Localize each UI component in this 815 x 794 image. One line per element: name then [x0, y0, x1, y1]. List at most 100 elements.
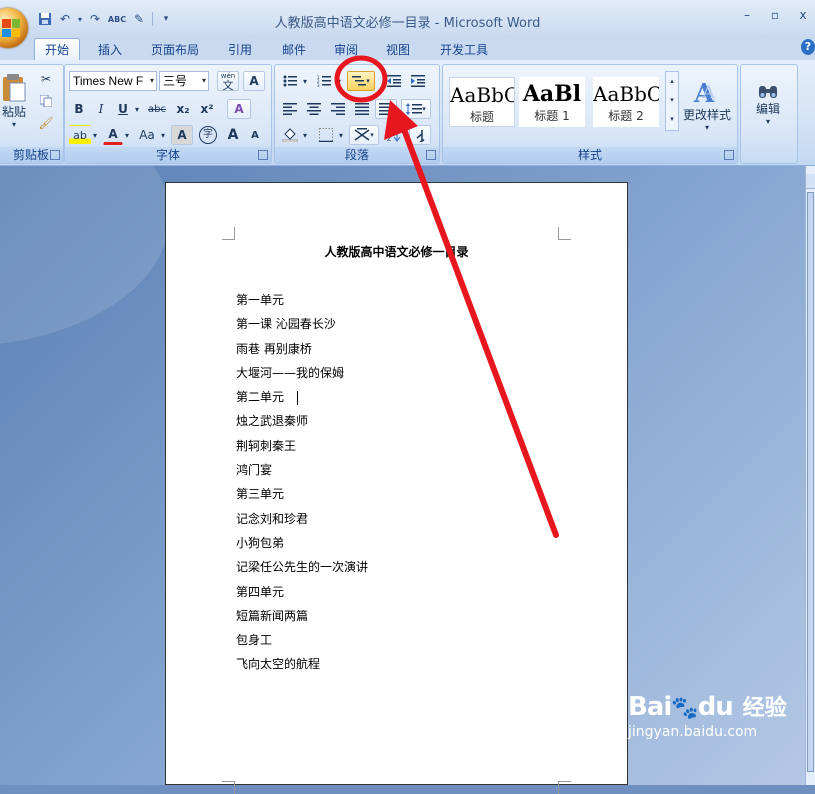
- chinese-layout-icon: [354, 128, 370, 141]
- distributed-icon[interactable]: [375, 99, 397, 119]
- maximize-button[interactable]: ▫: [767, 8, 783, 24]
- document-line[interactable]: 荆轲刺秦王: [236, 437, 368, 461]
- style-heading-2-sample: AaBbC: [593, 82, 659, 106]
- minimize-button[interactable]: –: [739, 8, 755, 24]
- style-heading-2-name: 标题 2: [608, 109, 644, 123]
- document-line[interactable]: 大堰河——我的保姆: [236, 364, 368, 388]
- enclose-characters-button[interactable]: 字: [197, 125, 219, 145]
- font-name-combo[interactable]: Times New F ▾: [69, 71, 157, 91]
- ribbon-tabs: 开始 插入 页面布局 引用 邮件 审阅 视图 开发工具 ?: [0, 36, 815, 61]
- justify-icon[interactable]: [351, 99, 373, 119]
- font-name-dropdown-icon: ▾: [149, 76, 154, 85]
- tab-review[interactable]: 审阅: [324, 40, 368, 60]
- change-case-button[interactable]: Aa: [135, 125, 159, 145]
- highlight-button[interactable]: ab: [69, 125, 91, 145]
- character-border-button[interactable]: A: [243, 71, 265, 91]
- borders-dropdown-icon[interactable]: ▾: [337, 125, 345, 145]
- document-line[interactable]: 飞向太空的航程: [236, 655, 368, 679]
- borders-icon[interactable]: [315, 125, 337, 145]
- document-line[interactable]: 第二单元: [236, 388, 368, 412]
- editing-button[interactable]: 编辑 ▾: [745, 69, 791, 139]
- font-color-button[interactable]: A: [103, 125, 123, 145]
- document-heading[interactable]: 人教版高中语文必修一目录: [166, 243, 627, 260]
- ruler-toggle-icon[interactable]: [806, 174, 815, 189]
- tab-developer[interactable]: 开发工具: [432, 40, 496, 60]
- phonetic-guide-button[interactable]: wén 文: [217, 71, 239, 91]
- watermark-brand: Bai: [628, 692, 672, 722]
- clear-formatting-button[interactable]: A: [227, 99, 251, 119]
- clipboard-launcher-icon[interactable]: [50, 150, 60, 160]
- paragraph-group: ▾ 123 ▾ ▾ ▾ ▾ ▾ ▾ A Z 段落: [274, 64, 440, 164]
- font-color-dropdown-icon[interactable]: ▾: [123, 125, 131, 145]
- character-shading-button[interactable]: A: [171, 125, 193, 145]
- align-left-icon[interactable]: [279, 99, 301, 119]
- document-body[interactable]: 第一单元 第一课 沁园春长沙 雨巷 再别康桥 大堰河——我的保姆 第二单元 烛之…: [236, 291, 368, 680]
- document-line[interactable]: 雨巷 再别康桥: [236, 340, 368, 364]
- tab-home[interactable]: 开始: [34, 38, 80, 61]
- show-formatting-marks-icon[interactable]: [409, 125, 431, 145]
- copy-icon[interactable]: [37, 91, 55, 111]
- tab-insert[interactable]: 插入: [88, 40, 132, 60]
- document-line[interactable]: 记梁任公先生的一次演讲: [236, 558, 368, 582]
- align-center-icon[interactable]: [303, 99, 325, 119]
- scrollbar-thumb[interactable]: [807, 192, 814, 772]
- strikethrough-button[interactable]: abc: [145, 99, 169, 119]
- document-line[interactable]: 记念刘和珍君: [236, 510, 368, 534]
- shading-dropdown-icon[interactable]: ▾: [301, 125, 309, 145]
- bullets-icon[interactable]: [279, 71, 301, 91]
- help-icon[interactable]: ?: [801, 39, 815, 55]
- shading-icon[interactable]: [279, 125, 301, 145]
- italic-button[interactable]: I: [91, 99, 111, 119]
- paste-button[interactable]: 粘贴 ▾: [0, 71, 29, 131]
- style-heading-1[interactable]: AaBl 标题 1: [519, 77, 585, 127]
- document-page[interactable]: 人教版高中语文必修一目录 第一单元 第一课 沁园春长沙 雨巷 再别康桥 大堰河—…: [165, 182, 628, 794]
- styles-launcher-icon[interactable]: [724, 150, 734, 160]
- bold-button[interactable]: B: [69, 99, 89, 119]
- style-title[interactable]: AaBbC 标题: [449, 77, 515, 127]
- styles-gallery-scroll[interactable]: ▴ ▾ ▾: [665, 71, 679, 131]
- multilevel-list-button[interactable]: ▾: [347, 71, 375, 91]
- line-spacing-button[interactable]: ▾: [401, 99, 431, 119]
- subscript-button[interactable]: x₂: [173, 99, 193, 119]
- decrease-indent-icon[interactable]: [383, 71, 405, 91]
- numbering-dropdown-icon[interactable]: ▾: [335, 71, 343, 91]
- change-case-dropdown-icon[interactable]: ▾: [159, 125, 167, 145]
- bullets-dropdown-icon[interactable]: ▾: [301, 71, 309, 91]
- increase-indent-icon[interactable]: [407, 71, 429, 91]
- paragraph-launcher-icon[interactable]: [426, 150, 436, 160]
- document-line[interactable]: 鸿门宴: [236, 461, 368, 485]
- change-styles-button[interactable]: AA 更改样式 ▾: [681, 69, 733, 139]
- underline-dropdown-icon[interactable]: ▾: [133, 99, 141, 119]
- document-line[interactable]: 短篇新闻两篇: [236, 607, 368, 631]
- format-painter-icon[interactable]: 🖌: [37, 113, 55, 133]
- align-right-icon[interactable]: [327, 99, 349, 119]
- document-line[interactable]: 第一课 沁园春长沙: [236, 315, 368, 339]
- tab-mailings[interactable]: 邮件: [272, 40, 316, 60]
- document-line[interactable]: 小狗包弟: [236, 534, 368, 558]
- change-styles-icon: AA: [693, 79, 716, 106]
- shrink-font-button[interactable]: A: [245, 125, 265, 145]
- document-line[interactable]: 第四单元: [236, 583, 368, 607]
- underline-button[interactable]: U: [113, 99, 133, 119]
- close-button[interactable]: x: [795, 8, 811, 24]
- tab-references[interactable]: 引用: [218, 40, 262, 60]
- sort-icon[interactable]: AZ: [383, 125, 405, 145]
- font-size-combo[interactable]: 三号 ▾: [159, 71, 209, 91]
- document-line[interactable]: 包身工: [236, 631, 368, 655]
- style-heading-2[interactable]: AaBbC 标题 2: [593, 77, 659, 127]
- cut-icon[interactable]: ✂: [37, 69, 55, 89]
- binoculars-icon: [759, 86, 777, 98]
- highlight-dropdown-icon[interactable]: ▾: [91, 125, 99, 145]
- superscript-button[interactable]: x²: [197, 99, 217, 119]
- tab-view[interactable]: 视图: [376, 40, 420, 60]
- document-line[interactable]: 烛之武退秦师: [236, 412, 368, 436]
- font-launcher-icon[interactable]: [258, 150, 268, 160]
- chinese-layout-button[interactable]: ▾: [349, 125, 379, 145]
- tab-page-layout[interactable]: 页面布局: [143, 40, 207, 60]
- document-line[interactable]: 第三单元: [236, 485, 368, 509]
- svg-text:Z: Z: [387, 136, 391, 142]
- grow-font-button[interactable]: A: [223, 125, 243, 145]
- document-line[interactable]: 第一单元: [236, 291, 368, 315]
- window-controls: – ▫ x: [739, 8, 815, 24]
- numbering-icon[interactable]: 123: [313, 71, 335, 91]
